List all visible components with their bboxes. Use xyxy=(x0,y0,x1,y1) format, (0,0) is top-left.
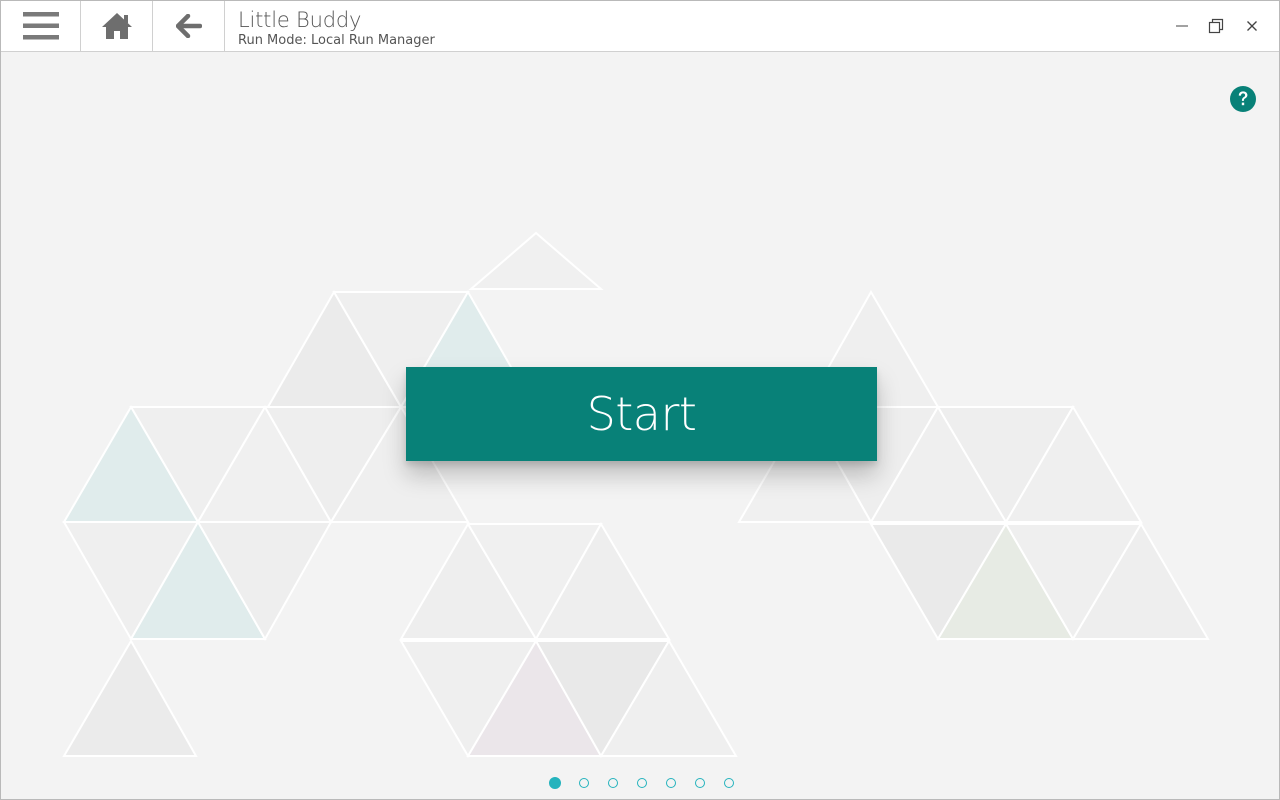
page-dot[interactable] xyxy=(695,778,705,788)
back-button[interactable] xyxy=(153,1,225,51)
home-button[interactable] xyxy=(81,1,153,51)
app-window: Little Buddy Run Mode: Local Run Manager xyxy=(0,0,1280,800)
hamburger-menu-icon xyxy=(22,12,59,40)
menu-button[interactable] xyxy=(1,1,81,51)
page-dot[interactable] xyxy=(579,778,589,788)
start-button[interactable]: Start xyxy=(406,367,877,461)
page-dot[interactable] xyxy=(549,777,561,789)
title-bar: Little Buddy Run Mode: Local Run Manager xyxy=(1,1,1279,52)
app-title: Little Buddy xyxy=(238,8,362,32)
run-mode-subtitle: Run Mode: Local Run Manager xyxy=(238,33,435,48)
close-icon xyxy=(1247,21,1257,31)
question-circle-icon xyxy=(1230,86,1256,112)
close-button[interactable] xyxy=(1241,15,1263,37)
title-area: Little Buddy Run Mode: Local Run Manager xyxy=(238,7,435,49)
home-icon xyxy=(101,13,132,39)
start-button-label: Start xyxy=(586,387,697,441)
page-dot[interactable] xyxy=(666,778,676,788)
arrow-left-icon xyxy=(175,14,202,38)
restore-button[interactable] xyxy=(1205,15,1227,37)
page-dot[interactable] xyxy=(724,778,734,788)
help-button[interactable] xyxy=(1229,85,1257,113)
page-dot[interactable] xyxy=(637,778,647,788)
page-dot[interactable] xyxy=(608,778,618,788)
minimize-button[interactable] xyxy=(1171,15,1193,37)
restore-icon xyxy=(1208,18,1224,34)
minimize-icon xyxy=(1176,25,1188,27)
